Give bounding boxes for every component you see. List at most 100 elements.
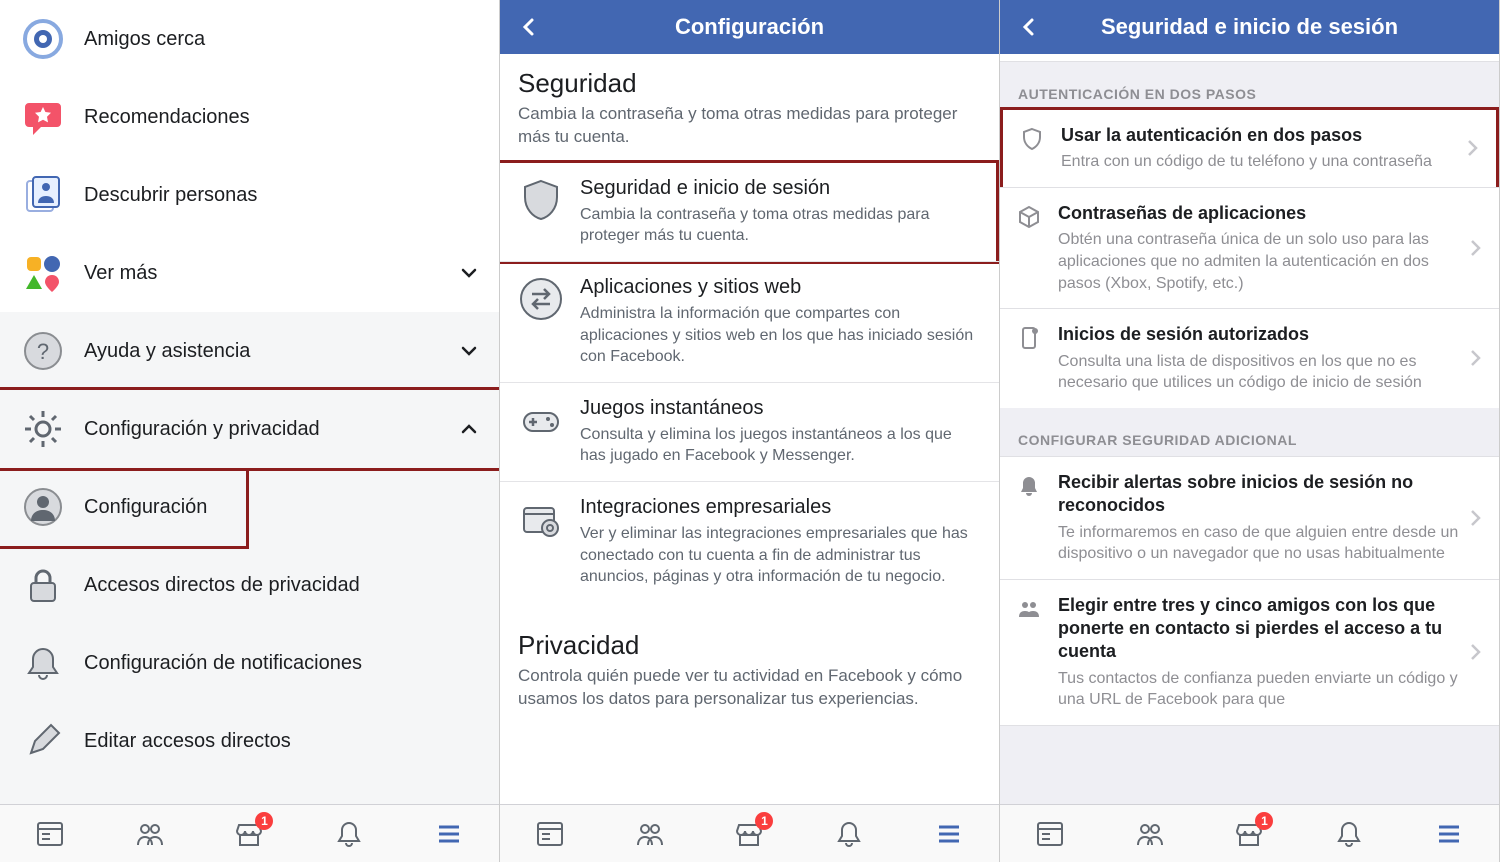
security-scroll: AUTENTICACIÓN EN DOS PASOS Usar la auten… [1000,54,1499,804]
cell-login-alerts[interactable]: Recibir alertas sobre inicios de sesión … [1000,456,1499,579]
chevron-right-icon [1469,643,1485,661]
cell-title: Inicios de sesión autorizados [1058,323,1463,346]
user-icon [18,482,68,532]
menu-edit-shortcuts[interactable]: Editar accesos directos [0,702,499,780]
tab-feed[interactable] [530,814,570,854]
item-desc: Consulta y elimina los juegos instantáne… [580,424,981,467]
see-more-icon [18,248,68,298]
menu-label: Configuración [84,496,228,519]
gear-icon [18,404,68,454]
nearby-friends-icon [18,14,68,64]
chevron-right-icon [1466,139,1482,157]
group-header: AUTENTICACIÓN EN DOS PASOS [1000,62,1499,110]
item-title: Integraciones empresariales [580,496,981,519]
tab-marketplace[interactable]: 1 [729,814,769,854]
menu-see-more[interactable]: Ver más [0,234,499,312]
settings-section: ? Ayuda y asistencia Configuración y pri… [0,312,499,804]
cell-title: Usar la autenticación en dos pasos [1061,124,1460,147]
swap-icon [518,276,564,322]
tab-marketplace[interactable]: 1 [1229,814,1269,854]
menu-scroll: Amigos cerca Recomendaciones Descubrir p… [0,0,499,804]
tab-marketplace[interactable]: 1 [229,814,269,854]
security-header: Seguridad e inicio de sesión [1000,0,1499,54]
panel-config: Configuración Seguridad Cambia la contra… [500,0,1000,862]
tab-menu[interactable] [929,814,969,854]
menu-label: Recomendaciones [84,106,481,129]
box-icon [1014,202,1044,232]
menu-notif-settings[interactable]: Configuración de notificaciones [0,624,499,702]
header-title: Seguridad e inicio de sesión [1101,14,1398,40]
discover-people-icon [18,170,68,220]
tab-notifications[interactable] [1329,814,1369,854]
menu-logout[interactable]: Cerrar sesión [0,780,499,804]
item-biz-integrations[interactable]: Integraciones empresariales Ver y elimin… [500,481,999,602]
recommendations-icon [18,92,68,142]
item-security-login[interactable]: Seguridad e inicio de sesión Cambia la c… [500,160,999,264]
config-header: Configuración [500,0,999,54]
chevron-up-icon [457,417,481,441]
menu-settings[interactable]: Configuración [0,468,249,549]
tab-feed[interactable] [1030,814,1070,854]
config-scroll: Seguridad Cambia la contraseña y toma ot… [500,54,999,804]
chevron-down-icon [457,261,481,285]
item-desc: Ver y eliminar las integraciones empresa… [580,523,981,588]
menu-label: Ver más [84,262,457,285]
menu-recommendations[interactable]: Recomendaciones [0,78,499,156]
bell-solid-icon [1014,471,1044,501]
item-title: Aplicaciones y sitios web [580,276,981,299]
cell-use-2fa[interactable]: Usar la autenticación en dos pasos Entra… [1000,107,1499,190]
tab-menu[interactable] [1429,814,1469,854]
cell-desc: Te informaremos en caso de que alguien e… [1058,522,1463,565]
item-desc: Cambia la contraseña y toma otras medida… [580,204,978,247]
header-title: Configuración [675,14,824,40]
tab-friends[interactable] [1130,814,1170,854]
menu-label: Configuración de notificaciones [84,652,481,675]
tab-bar: 1 [500,804,999,862]
menu-label: Amigos cerca [84,28,481,51]
shield-icon [518,177,564,223]
cell-desc: Consulta una lista de dispositivos en lo… [1058,351,1463,394]
chevron-right-icon [1469,349,1485,367]
cell-authorized-logins[interactable]: Inicios de sesión autorizados Consulta u… [1000,308,1499,408]
cell-app-passwords[interactable]: Contraseñas de aplicaciones Obtén una co… [1000,187,1499,308]
chevron-down-icon [457,339,481,363]
friends-icon [1014,594,1044,624]
tab-notifications[interactable] [829,814,869,854]
item-title: Juegos instantáneos [580,397,981,420]
menu-nearby-friends[interactable]: Amigos cerca [0,0,499,78]
chevron-right-icon [1469,239,1485,257]
gamepad-icon [518,397,564,443]
cell-trusted-contacts[interactable]: Elegir entre tres y cinco amigos con los… [1000,579,1499,726]
section-desc: Cambia la contraseña y toma otras medida… [500,103,999,163]
tab-friends[interactable] [130,814,170,854]
cell-desc: Entra con un código de tu teléfono y una… [1061,151,1460,173]
section-title: Seguridad [500,54,999,103]
menu-settings-privacy[interactable]: Configuración y privacidad [0,387,499,471]
tab-menu[interactable] [429,814,469,854]
section-desc: Controla quién puede ver tu actividad en… [500,665,999,725]
menu-label: Ayuda y asistencia [84,340,457,363]
item-apps-websites[interactable]: Aplicaciones y sitios web Administra la … [500,261,999,382]
menu-discover-people[interactable]: Descubrir personas [0,156,499,234]
section-title: Privacidad [500,616,999,665]
cell-title: Contraseñas de aplicaciones [1058,202,1463,225]
menu-privacy-shortcuts[interactable]: Accesos directos de privacidad [0,546,499,624]
tab-friends[interactable] [630,814,670,854]
back-button[interactable] [516,14,542,40]
menu-label: Accesos directos de privacidad [84,574,481,597]
cell-desc: Tus contactos de confianza pueden enviar… [1058,668,1463,711]
item-desc: Administra la información que compartes … [580,303,981,368]
tab-feed[interactable] [30,814,70,854]
back-button[interactable] [1016,14,1042,40]
chevron-right-icon [1469,509,1485,527]
help-icon: ? [18,326,68,376]
tab-notifications[interactable] [329,814,369,854]
cell-desc: Obtén una contraseña única de un solo us… [1058,229,1463,294]
badge: 1 [755,812,773,830]
lock-icon [18,560,68,610]
menu-help-support[interactable]: ? Ayuda y asistencia [0,312,499,390]
bell-icon [18,638,68,688]
panel-menu: Amigos cerca Recomendaciones Descubrir p… [0,0,500,862]
menu-label: Configuración y privacidad [84,418,457,441]
item-instant-games[interactable]: Juegos instantáneos Consulta y elimina l… [500,382,999,481]
